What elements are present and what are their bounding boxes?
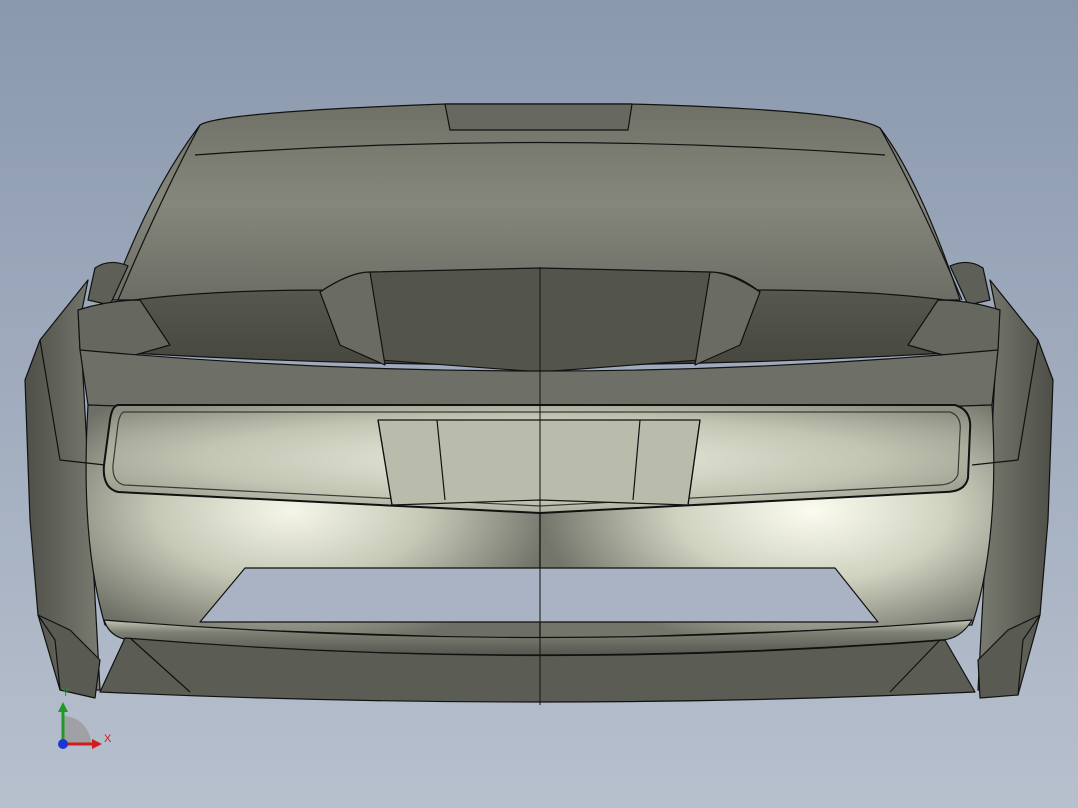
grille-center-block — [377, 419, 701, 506]
roof-scoop — [444, 103, 633, 131]
lower-intake — [199, 567, 879, 623]
y-axis-label: Y — [62, 687, 70, 699]
triad-quadrant — [63, 716, 91, 744]
coordinate-triad: X Y — [50, 682, 120, 752]
x-axis-label: X — [104, 733, 112, 745]
y-axis-arrowhead-icon — [58, 702, 68, 712]
x-axis-arrowhead-icon — [92, 739, 102, 749]
car-front-model[interactable] — [0, 0, 1078, 808]
3d-viewport[interactable]: X Y — [0, 0, 1078, 808]
z-axis-dot — [58, 739, 68, 749]
